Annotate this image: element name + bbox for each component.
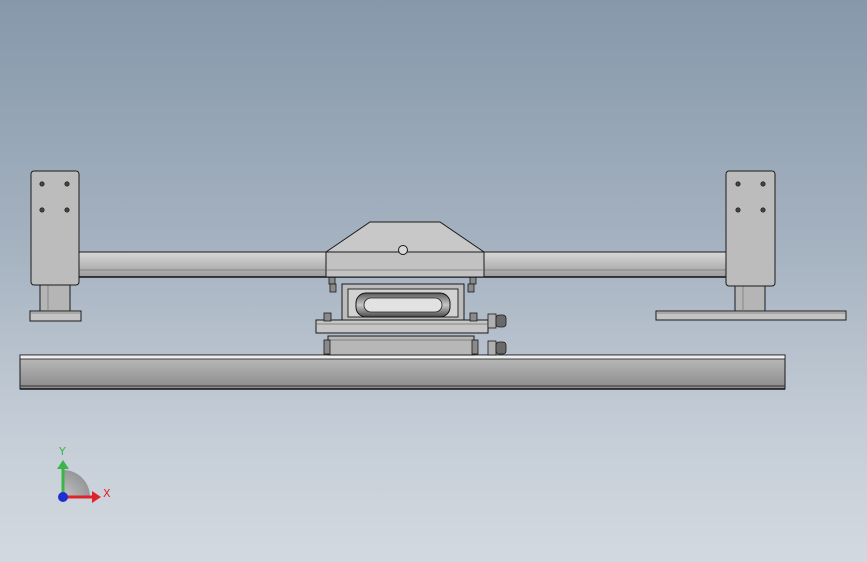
bottom-rail[interactable]: [19, 354, 786, 390]
pneumatic-fitting[interactable]: [487, 313, 507, 356]
pivot-hole: [398, 245, 408, 255]
left-upright-bracket[interactable]: [30, 170, 80, 312]
y-axis-label: Y: [59, 445, 66, 458]
right-foot-plate[interactable]: [655, 310, 847, 321]
right-upright-bracket[interactable]: [725, 170, 776, 312]
carriage-assembly[interactable]: [315, 275, 507, 356]
x-axis-label: X: [103, 487, 111, 500]
roller-wheel[interactable]: [355, 292, 451, 318]
center-bracket[interactable]: [324, 221, 486, 278]
assembly-model[interactable]: [0, 0, 867, 562]
z-axis-dot: [58, 492, 68, 502]
left-foot-plate[interactable]: [29, 310, 82, 322]
cad-viewport[interactable]: Y X: [0, 0, 867, 562]
orientation-triad[interactable]: [57, 460, 101, 503]
